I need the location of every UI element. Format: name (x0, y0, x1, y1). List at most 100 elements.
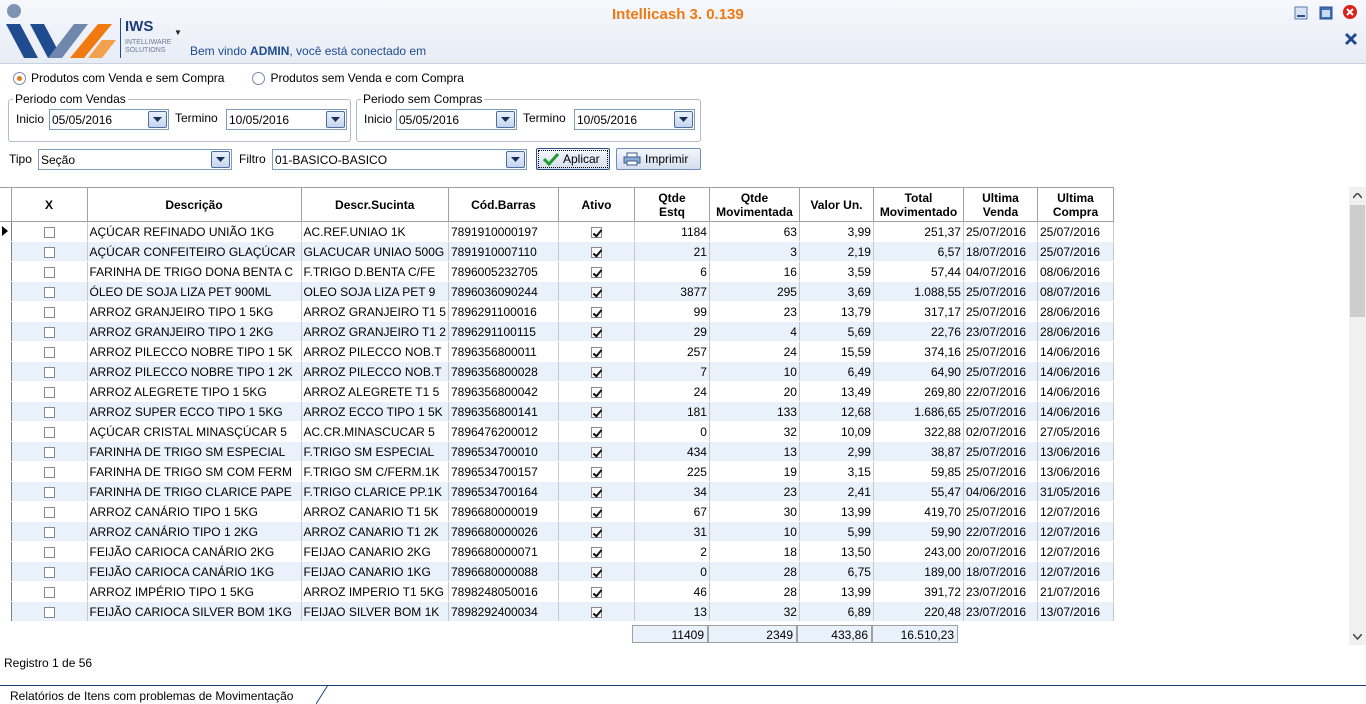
row-indicator[interactable] (0, 581, 12, 602)
cell-ativo[interactable] (558, 521, 635, 542)
cell-ultima-compra[interactable]: 27/05/2016 (1037, 421, 1114, 442)
row-indicator[interactable] (0, 261, 12, 282)
cell-qtde-estq[interactable]: 7 (634, 361, 710, 382)
checkbox-icon[interactable] (43, 326, 55, 338)
cell-ultima-compra[interactable]: 31/05/2016 (1037, 481, 1114, 502)
cell-valor-un[interactable]: 13,49 (799, 381, 874, 402)
cell-ativo[interactable] (558, 421, 635, 442)
checkbox-icon[interactable] (43, 226, 55, 238)
cell-qtde-mov[interactable]: 10 (709, 361, 800, 382)
cell-total-mov[interactable]: 59,85 (873, 461, 964, 482)
minimize-icon[interactable] (1293, 5, 1309, 21)
checkbox-icon[interactable] (43, 566, 55, 578)
cell-valor-un[interactable]: 2,99 (799, 441, 874, 462)
cell-qtde-mov[interactable]: 23 (709, 481, 800, 502)
row-select-checkbox[interactable] (11, 501, 88, 522)
checkbox-checked-icon[interactable] (590, 446, 602, 458)
cell-ultima-compra[interactable]: 14/06/2016 (1037, 401, 1114, 422)
table-row[interactable]: AÇÚCAR REFINADO UNIÃO 1KG AC.REF.UNIAO 1K… (0, 221, 1114, 242)
cell-descricao[interactable]: FARINHA DE TRIGO CLARICE PAPE (87, 481, 302, 502)
cell-ativo[interactable] (558, 481, 635, 502)
cell-barras[interactable]: 7891910000197 (448, 221, 559, 242)
checkbox-checked-icon[interactable] (590, 226, 602, 238)
cell-valor-un[interactable]: 2,41 (799, 481, 874, 502)
cell-descricao[interactable]: ARROZ CANÁRIO TIPO 1 5KG (87, 501, 302, 522)
cell-ultima-venda[interactable]: 25/07/2016 (963, 221, 1038, 242)
cell-total-mov[interactable]: 317,17 (873, 301, 964, 322)
checkbox-checked-icon[interactable] (590, 246, 602, 258)
cell-ultima-venda[interactable]: 25/07/2016 (963, 461, 1038, 482)
filtro-select[interactable]: 01-BASICO-BASICO (272, 149, 527, 170)
cell-ultima-venda[interactable]: 23/07/2016 (963, 321, 1038, 342)
cell-total-mov[interactable]: 269,80 (873, 381, 964, 402)
checkbox-icon[interactable] (43, 426, 55, 438)
cell-ultima-venda[interactable]: 04/07/2016 (963, 261, 1038, 282)
cell-ultima-venda[interactable]: 02/07/2016 (963, 421, 1038, 442)
cell-valor-un[interactable]: 13,99 (799, 581, 874, 602)
cell-ativo[interactable] (558, 341, 635, 362)
cell-barras[interactable]: 7896680000019 (448, 501, 559, 522)
col-header-valor-un[interactable]: Valor Un. (798, 187, 874, 222)
cell-ultima-compra[interactable]: 25/07/2016 (1037, 221, 1114, 242)
cell-qtde-estq[interactable]: 3877 (634, 281, 710, 302)
cell-ativo[interactable] (558, 321, 635, 342)
checkbox-icon[interactable] (43, 306, 55, 318)
checkbox-checked-icon[interactable] (590, 566, 602, 578)
row-indicator[interactable] (0, 221, 12, 242)
cell-qtde-mov[interactable]: 295 (709, 281, 800, 302)
cell-valor-un[interactable]: 13,79 (799, 301, 874, 322)
cell-ativo[interactable] (558, 441, 635, 462)
checkbox-icon[interactable] (43, 466, 55, 478)
apply-button[interactable]: Aplicar (536, 148, 610, 170)
cell-barras[interactable]: 7896036090244 (448, 281, 559, 302)
cell-ultima-compra[interactable]: 14/06/2016 (1037, 381, 1114, 402)
cell-valor-un[interactable]: 3,69 (799, 281, 874, 302)
cell-ultima-compra[interactable]: 08/06/2016 (1037, 261, 1114, 282)
cell-descricao[interactable]: FARINHA DE TRIGO SM COM FERM (87, 461, 302, 482)
row-indicator[interactable] (0, 321, 12, 342)
cell-valor-un[interactable]: 6,75 (799, 561, 874, 582)
row-indicator[interactable] (0, 341, 12, 362)
cell-ultima-compra[interactable]: 12/07/2016 (1037, 521, 1114, 542)
cell-valor-un[interactable]: 6,49 (799, 361, 874, 382)
checkbox-checked-icon[interactable] (590, 386, 602, 398)
row-select-checkbox[interactable] (11, 241, 88, 262)
cell-total-mov[interactable]: 59,90 (873, 521, 964, 542)
cell-barras[interactable]: 7896291100016 (448, 301, 559, 322)
col-header-x[interactable]: X (10, 187, 88, 222)
col-header-ultima-venda[interactable]: Ultima Venda (962, 187, 1038, 222)
cell-valor-un[interactable]: 10,09 (799, 421, 874, 442)
col-header-sucinta[interactable]: Descr.Sucinta (300, 187, 449, 222)
cell-descricao[interactable]: FARINHA DE TRIGO DONA BENTA C (87, 261, 302, 282)
cell-ativo[interactable] (558, 501, 635, 522)
cell-sucinta[interactable]: AC.CR.MINASCUCAR 5 (301, 421, 449, 442)
row-indicator[interactable] (0, 301, 12, 322)
cell-valor-un[interactable]: 13,99 (799, 501, 874, 522)
cell-qtde-mov[interactable]: 4 (709, 321, 800, 342)
col-header-qtde-mov[interactable]: Qtde Movimentada (708, 187, 800, 222)
checkbox-checked-icon[interactable] (590, 346, 602, 358)
cell-ultima-venda[interactable]: 23/07/2016 (963, 581, 1038, 602)
cell-barras[interactable]: 7896356800028 (448, 361, 559, 382)
row-indicator[interactable] (0, 381, 12, 402)
row-select-checkbox[interactable] (11, 321, 88, 342)
cell-descricao[interactable]: ARROZ GRANJEIRO TIPO 1 2KG (87, 321, 302, 342)
cell-barras[interactable]: 7896534700010 (448, 441, 559, 462)
cell-qtde-mov[interactable]: 3 (709, 241, 800, 262)
cell-sucinta[interactable]: F.TRIGO CLARICE PP.1K (301, 481, 449, 502)
cell-qtde-estq[interactable]: 67 (634, 501, 710, 522)
compras-inicio-date[interactable]: 05/05/2016 (396, 109, 517, 130)
cell-valor-un[interactable]: 12,68 (799, 401, 874, 422)
close-tab-icon[interactable] (1343, 31, 1359, 47)
cell-sucinta[interactable]: ARROZ CANARIO T1 5K (301, 501, 449, 522)
cell-ultima-compra[interactable]: 21/07/2016 (1037, 581, 1114, 602)
cell-valor-un[interactable]: 3,59 (799, 261, 874, 282)
cell-barras[interactable]: 7896005232705 (448, 261, 559, 282)
cell-qtde-estq[interactable]: 225 (634, 461, 710, 482)
checkbox-icon[interactable] (43, 266, 55, 278)
cell-total-mov[interactable]: 419,70 (873, 501, 964, 522)
row-indicator[interactable] (0, 501, 12, 522)
cell-valor-un[interactable]: 5,69 (799, 321, 874, 342)
checkbox-icon[interactable] (43, 486, 55, 498)
checkbox-icon[interactable] (43, 446, 55, 458)
